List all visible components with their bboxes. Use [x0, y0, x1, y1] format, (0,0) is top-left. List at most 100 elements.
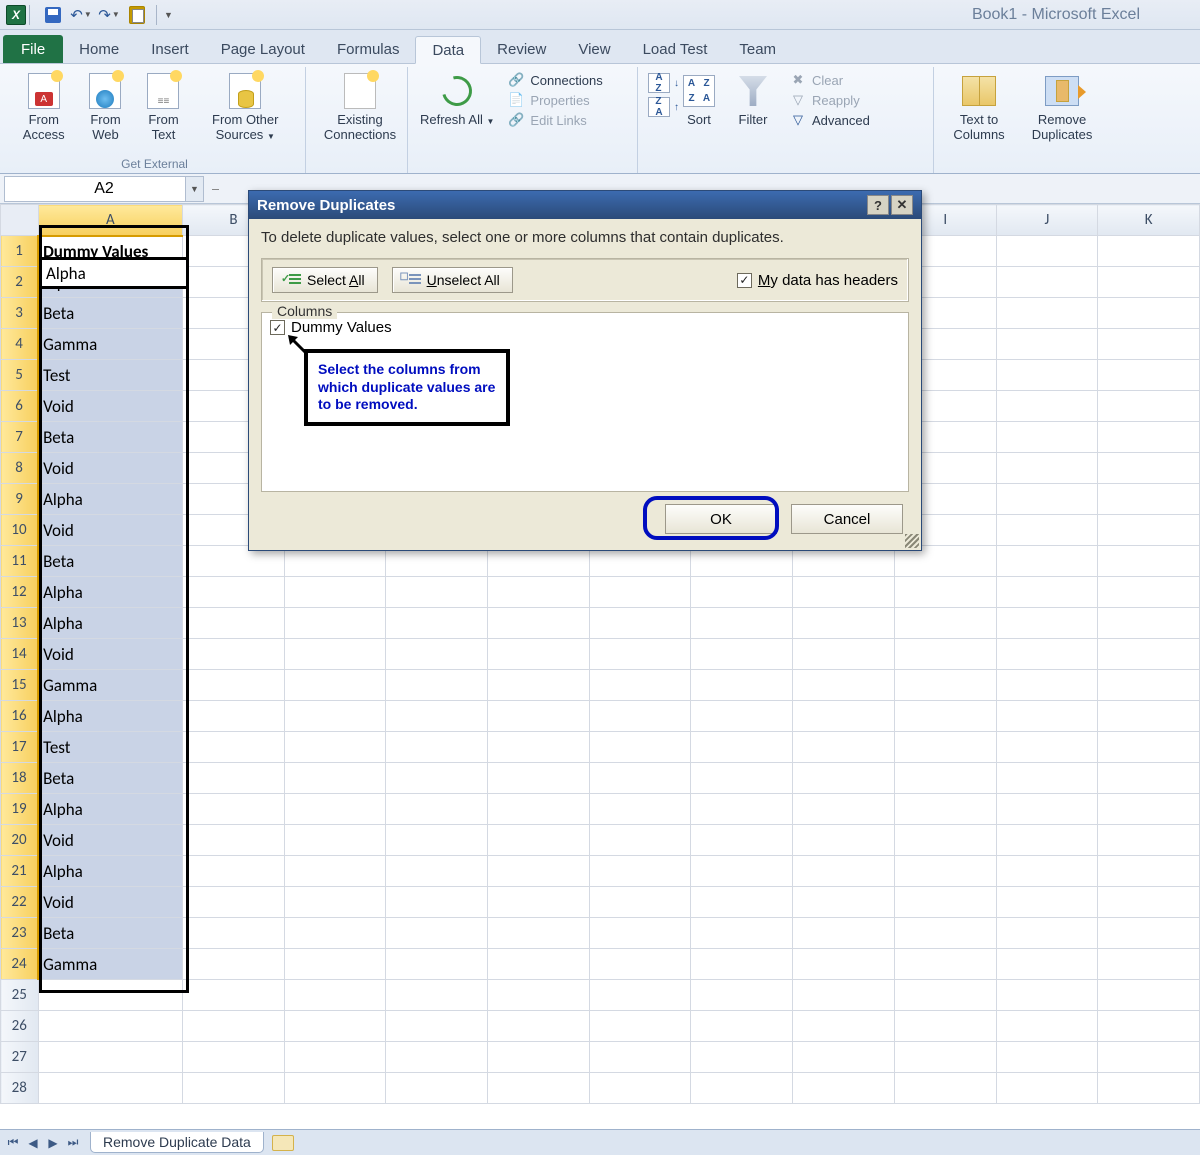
cell[interactable]	[996, 763, 1098, 794]
cell[interactable]	[1098, 918, 1200, 949]
cell[interactable]	[1098, 639, 1200, 670]
cell[interactable]	[488, 887, 590, 918]
cell[interactable]	[386, 608, 488, 639]
cell[interactable]	[488, 794, 590, 825]
cell[interactable]	[1098, 391, 1200, 422]
cell[interactable]: Beta	[38, 918, 183, 949]
cell[interactable]	[996, 608, 1098, 639]
cell[interactable]	[183, 1042, 285, 1073]
tab-data[interactable]: Data	[415, 36, 481, 64]
unselect-all-button[interactable]: Unselect All	[392, 267, 513, 293]
cell[interactable]	[894, 794, 996, 825]
cell[interactable]	[1098, 670, 1200, 701]
cell[interactable]: Beta	[38, 298, 183, 329]
cell[interactable]	[488, 577, 590, 608]
cell[interactable]	[996, 484, 1098, 515]
cell[interactable]: Dummy Values	[38, 236, 183, 267]
row-header[interactable]: 9	[1, 484, 39, 515]
cell[interactable]	[386, 980, 488, 1011]
cell[interactable]	[589, 763, 691, 794]
cell[interactable]	[183, 608, 285, 639]
cell[interactable]	[894, 701, 996, 732]
cell[interactable]	[996, 1011, 1098, 1042]
cell[interactable]	[691, 825, 793, 856]
cell[interactable]	[183, 732, 285, 763]
btn-connections[interactable]: 🔗Connections	[504, 71, 605, 89]
cell[interactable]	[1098, 515, 1200, 546]
cell[interactable]	[183, 701, 285, 732]
cell[interactable]	[589, 825, 691, 856]
cell[interactable]	[488, 670, 590, 701]
cell[interactable]	[691, 918, 793, 949]
cell[interactable]	[284, 1073, 386, 1104]
cell[interactable]	[793, 887, 895, 918]
cell[interactable]: Test	[38, 360, 183, 391]
row-header[interactable]: 14	[1, 639, 39, 670]
cell[interactable]	[996, 949, 1098, 980]
row-header[interactable]: 23	[1, 918, 39, 949]
cell[interactable]	[996, 980, 1098, 1011]
cell[interactable]	[1098, 267, 1200, 298]
tab-home[interactable]: Home	[63, 35, 135, 63]
cell[interactable]	[1098, 298, 1200, 329]
cell[interactable]	[691, 1073, 793, 1104]
cell[interactable]: Alpha	[38, 484, 183, 515]
cell[interactable]	[691, 949, 793, 980]
cell[interactable]	[284, 763, 386, 794]
cell[interactable]	[284, 918, 386, 949]
cell[interactable]	[284, 980, 386, 1011]
dialog-titlebar[interactable]: Remove Duplicates ? ✕	[249, 191, 921, 219]
cell[interactable]	[996, 360, 1098, 391]
cell[interactable]	[488, 825, 590, 856]
cell[interactable]	[691, 577, 793, 608]
btn-sort[interactable]: AZZA Sort	[674, 69, 724, 173]
cell[interactable]	[183, 577, 285, 608]
cell[interactable]	[894, 670, 996, 701]
cell[interactable]	[386, 1011, 488, 1042]
cell[interactable]	[793, 670, 895, 701]
cell[interactable]	[1098, 484, 1200, 515]
cell[interactable]	[183, 670, 285, 701]
cell[interactable]: Alpha	[38, 577, 183, 608]
cell[interactable]	[183, 949, 285, 980]
cell[interactable]	[386, 825, 488, 856]
cell[interactable]	[183, 825, 285, 856]
cell[interactable]	[183, 980, 285, 1011]
cell[interactable]	[996, 515, 1098, 546]
btn-sort-az[interactable]: AZ	[648, 73, 670, 93]
cell[interactable]	[488, 701, 590, 732]
cell[interactable]	[894, 887, 996, 918]
cell[interactable]	[589, 918, 691, 949]
cell[interactable]	[894, 918, 996, 949]
cell[interactable]	[386, 949, 488, 980]
btn-text-to-columns[interactable]: Text to Columns	[942, 69, 1016, 173]
cell[interactable]	[1098, 732, 1200, 763]
cell[interactable]: Void	[38, 391, 183, 422]
btn-sort-za[interactable]: ZA	[648, 97, 670, 117]
cell[interactable]	[793, 577, 895, 608]
row-header[interactable]: 26	[1, 1011, 39, 1042]
cell[interactable]	[996, 670, 1098, 701]
cell[interactable]	[691, 856, 793, 887]
cell[interactable]	[793, 794, 895, 825]
tab-review[interactable]: Review	[481, 35, 562, 63]
cell[interactable]	[589, 856, 691, 887]
cancel-button[interactable]: Cancel	[791, 504, 903, 534]
cell[interactable]	[488, 980, 590, 1011]
cell[interactable]	[996, 825, 1098, 856]
cell[interactable]	[1098, 980, 1200, 1011]
cell[interactable]	[386, 732, 488, 763]
cell[interactable]	[996, 422, 1098, 453]
cell[interactable]	[894, 608, 996, 639]
column-header[interactable]: K	[1098, 205, 1200, 236]
row-header[interactable]: 3	[1, 298, 39, 329]
cell[interactable]	[894, 980, 996, 1011]
row-header[interactable]: 20	[1, 825, 39, 856]
cell[interactable]	[183, 856, 285, 887]
row-header[interactable]: 2	[1, 267, 39, 298]
cell[interactable]	[996, 267, 1098, 298]
cell[interactable]	[691, 701, 793, 732]
row-header[interactable]: 7	[1, 422, 39, 453]
cell[interactable]: Beta	[38, 763, 183, 794]
cell[interactable]	[1098, 825, 1200, 856]
